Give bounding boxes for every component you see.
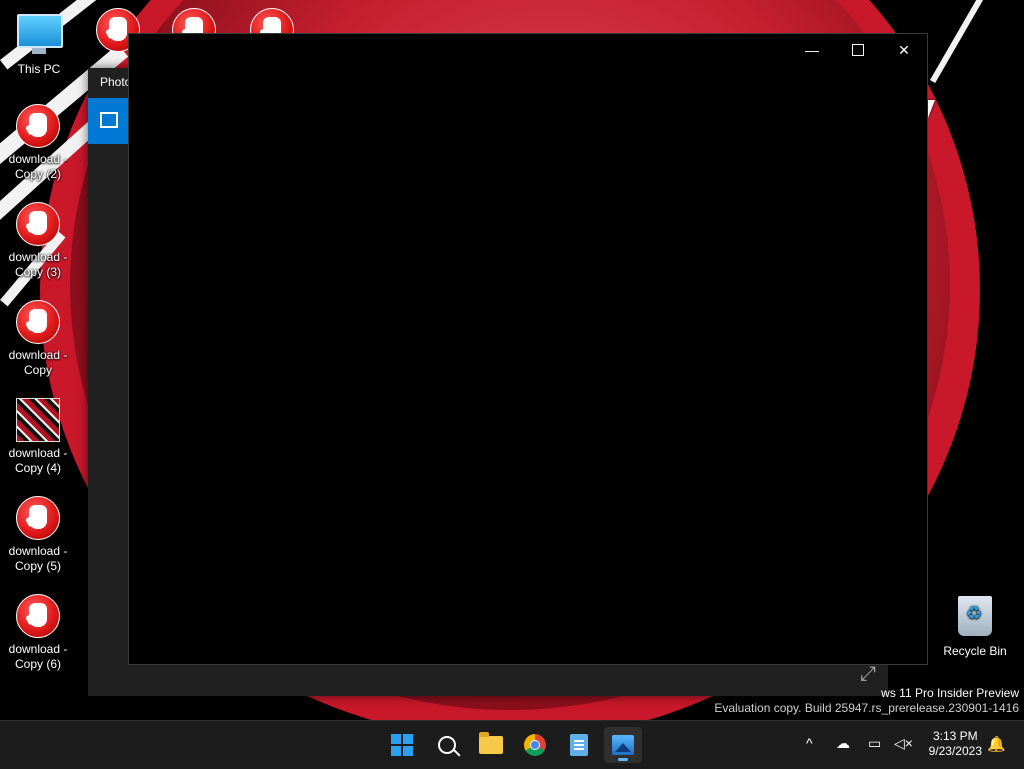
stop-hand-icon (16, 202, 60, 246)
notification-bell-icon[interactable]: 🔔 (987, 735, 1006, 753)
stop-hand-icon (16, 104, 60, 148)
photos-icon (612, 735, 634, 755)
show-hidden-icons-chevron-icon[interactable]: ^ (806, 735, 813, 751)
system-clock[interactable]: 3:13 PM 9/23/2023 (929, 729, 982, 759)
desktop-icon-this-pc[interactable]: This PC (3, 10, 75, 77)
notepad-icon (570, 734, 588, 756)
stop-hand-icon (16, 300, 60, 344)
desktop-icon-label: download - Copy (8, 348, 68, 377)
mouse-cursor-icon (928, 100, 935, 118)
clock-time: 3:13 PM (932, 729, 978, 743)
search-icon (438, 736, 456, 754)
image-viewer-window[interactable]: — ✕ (128, 33, 928, 665)
clock-date: 9/23/2023 (928, 744, 982, 758)
desktop-icon-download-copy-4[interactable]: download - Copy (4) (2, 398, 74, 476)
this-pc-icon (17, 14, 63, 58)
start-button[interactable] (383, 727, 421, 763)
maximize-button[interactable] (835, 34, 881, 66)
expand-icon[interactable]: ⤢ (860, 663, 876, 686)
chrome-icon (524, 734, 546, 756)
search-button[interactable] (428, 727, 466, 763)
watermark-build: Evaluation copy. Build 25947.rs_prerelea… (714, 701, 1019, 715)
file-explorer-icon (479, 732, 503, 754)
notepad-button[interactable] (560, 727, 598, 763)
watermark-edition: ws 11 Pro Insider Preview (881, 686, 1019, 700)
network-icon[interactable]: ▭ (868, 735, 881, 752)
maximize-icon (852, 44, 864, 56)
recycle-bin-icon (953, 596, 997, 640)
desktop-icon-download-copy[interactable]: download - Copy (2, 300, 74, 378)
chrome-button[interactable] (516, 727, 554, 763)
volume-muted-icon[interactable]: ◁× (894, 735, 913, 752)
photos-taskbar-button[interactable] (604, 727, 642, 763)
desktop-icon-download-copy-5[interactable]: download - Copy (5) (2, 496, 74, 574)
onedrive-icon[interactable]: ☁ (836, 735, 850, 752)
desktop-icon-label: Recycle Bin (943, 644, 1007, 658)
desktop-icon-label: download - Copy (3) (8, 250, 68, 279)
desktop-icon-download-copy-6[interactable]: download - Copy (6) (2, 594, 74, 672)
taskbar: ^ ☁ ▭ ◁× 3:13 PM 9/23/2023 🔔 (0, 720, 1024, 769)
close-button[interactable]: ✕ (881, 34, 927, 66)
desktop-icon-download-copy-2[interactable]: download - Copy (2) (2, 104, 74, 182)
image-thumbnail-icon (16, 398, 60, 442)
desktop-icon-label: This PC (17, 62, 61, 76)
desktop-icon-label: download - Copy (2) (8, 152, 68, 181)
window-title: Photo (100, 75, 132, 89)
photos-app-icon[interactable] (88, 98, 128, 144)
file-explorer-button[interactable] (472, 727, 510, 763)
desktop-icon-label: download - Copy (4) (8, 446, 68, 475)
desktop-icon-recycle-bin[interactable]: Recycle Bin (939, 596, 1011, 659)
desktop-icon-label: download - Copy (5) (8, 544, 68, 573)
stop-hand-icon (16, 496, 60, 540)
start-icon (391, 734, 413, 756)
active-indicator (618, 758, 628, 761)
wallpaper-stripe (930, 0, 996, 84)
desktop-icon-label: download - Copy (6) (8, 642, 68, 671)
stop-hand-icon (16, 594, 60, 638)
minimize-button[interactable]: — (789, 34, 835, 66)
desktop-icon-download-copy-3[interactable]: download - Copy (3) (2, 202, 74, 280)
